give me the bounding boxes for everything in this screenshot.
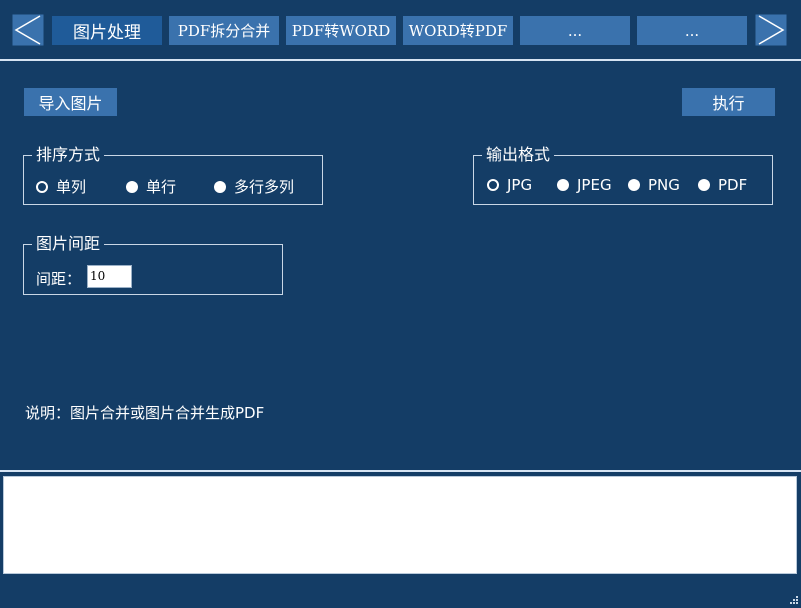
tab-word-to-pdf[interactable]: WORD转PDF xyxy=(403,16,513,45)
bottom-divider xyxy=(0,470,801,472)
tab-pdf-to-word[interactable]: PDF转WORD xyxy=(286,16,396,45)
format-option-jpg[interactable]: JPG xyxy=(487,176,532,194)
tab-pdf-split-merge[interactable]: PDF拆分合并 xyxy=(169,16,279,45)
top-divider xyxy=(0,59,801,61)
tab-more-1[interactable]: ... xyxy=(520,16,630,45)
format-option-jpeg[interactable]: JPEG xyxy=(557,176,612,194)
output-textarea[interactable] xyxy=(3,476,797,574)
format-option-label: JPG xyxy=(507,176,533,194)
sort-option-label: 多行多列 xyxy=(234,178,295,196)
format-option-png[interactable]: PNG xyxy=(628,176,680,194)
radio-icon[interactable] xyxy=(126,180,138,193)
sort-option-single-row[interactable]: 单行 xyxy=(126,176,176,197)
sort-option-grid[interactable]: 多行多列 xyxy=(214,176,294,197)
description-text: 说明：图片合并或图片合并生成PDF xyxy=(25,404,265,422)
radio-checked-icon[interactable] xyxy=(36,180,48,193)
tab-image-processing[interactable]: 图片处理 xyxy=(52,16,162,45)
format-group-title: 输出格式 xyxy=(486,145,551,164)
execute-button[interactable]: 执行 xyxy=(682,88,775,116)
radio-icon[interactable] xyxy=(557,179,569,191)
sort-option-label: 单行 xyxy=(146,178,177,196)
chevron-right-icon[interactable] xyxy=(755,14,787,46)
radio-icon[interactable] xyxy=(214,180,226,193)
format-option-pdf[interactable]: PDF xyxy=(698,176,747,194)
format-option-label: JPEG xyxy=(577,176,612,194)
radio-icon[interactable] xyxy=(628,179,640,191)
sort-option-single-column[interactable]: 单列 xyxy=(36,176,86,197)
sort-group-title: 排序方式 xyxy=(36,145,101,164)
format-option-label: PNG xyxy=(648,176,680,194)
radio-icon[interactable] xyxy=(698,179,710,191)
spacing-input[interactable]: 10 xyxy=(87,265,132,288)
sort-option-label: 单列 xyxy=(56,178,87,196)
tab-more-2[interactable]: ... xyxy=(637,16,747,45)
resize-grip-icon[interactable] xyxy=(788,589,798,604)
format-option-label: PDF xyxy=(718,176,748,194)
spacing-label: 间距： xyxy=(36,270,82,288)
radio-checked-icon[interactable] xyxy=(487,179,499,191)
chevron-left-icon[interactable] xyxy=(12,14,44,46)
spacing-group-title: 图片间距 xyxy=(36,234,101,253)
import-images-button[interactable]: 导入图片 xyxy=(24,88,117,116)
